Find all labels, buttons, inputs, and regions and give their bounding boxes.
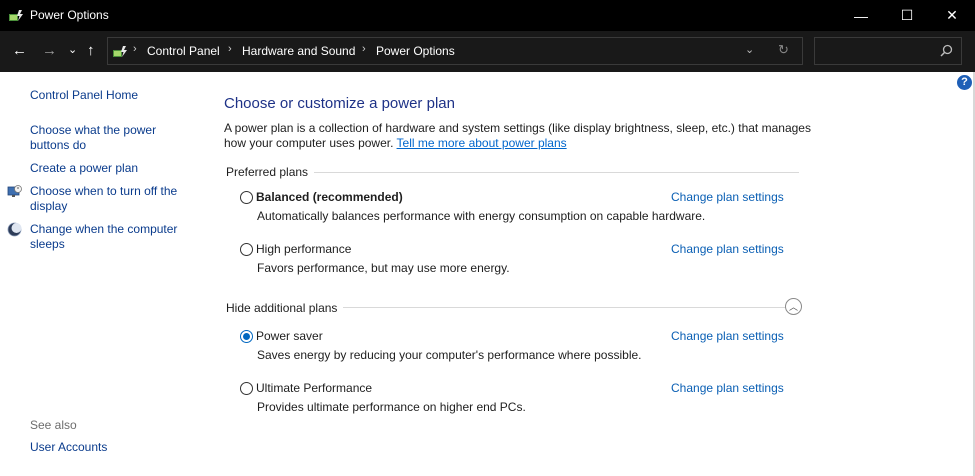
radio-power-saver[interactable]	[240, 330, 253, 343]
maximize-button[interactable]: ☐	[884, 0, 930, 31]
change-plan-settings-power-saver[interactable]: Change plan settings	[671, 329, 784, 343]
change-plan-settings-balanced[interactable]: Change plan settings	[671, 190, 784, 204]
radio-high-performance[interactable]	[240, 243, 253, 256]
control-panel-home-link[interactable]: Control Panel Home	[30, 88, 138, 103]
plan-description-balanced: Automatically balances performance with …	[257, 209, 706, 223]
search-icon	[940, 44, 953, 57]
create-power-plan-link[interactable]: Create a power plan	[30, 161, 138, 176]
computer-sleeps-link[interactable]: Change when the computer sleeps	[30, 222, 190, 252]
turn-off-display-link[interactable]: Choose when to turn off the display	[30, 184, 190, 214]
recent-locations-button[interactable]: ⌄	[68, 41, 77, 59]
address-dropdown-icon[interactable]: ⌄	[745, 43, 754, 56]
chevron-down-icon: ⌄	[68, 44, 78, 56]
change-plan-settings-ultimate-performance[interactable]: Change plan settings	[671, 381, 784, 395]
plan-name-high-performance[interactable]: High performance	[256, 242, 351, 256]
control-panel-icon	[113, 46, 127, 57]
hide-additional-plans-label[interactable]: Hide additional plans	[226, 301, 344, 315]
user-accounts-link[interactable]: User Accounts	[30, 440, 107, 455]
breadcrumb-separator: ›	[133, 43, 137, 55]
plan-name-power-saver[interactable]: Power saver	[256, 329, 323, 343]
radio-ultimate-performance[interactable]	[240, 382, 253, 395]
power-buttons-link[interactable]: Choose what the power buttons do	[30, 123, 180, 153]
learn-more-link[interactable]: Tell me more about power plans	[397, 136, 567, 150]
breadcrumb-separator[interactable]: ›	[362, 43, 366, 55]
page-title: Choose or customize a power plan	[224, 95, 455, 112]
plan-description-high-performance: Favors performance, but may use more ene…	[257, 261, 510, 275]
search-input[interactable]	[814, 37, 962, 65]
preferred-plans-label: Preferred plans	[226, 165, 315, 179]
close-icon: ✕	[946, 7, 958, 23]
change-plan-settings-high-performance[interactable]: Change plan settings	[671, 242, 784, 256]
address-bar-region: ← → ⌄ ↑ › Control Panel › Hardware and S…	[0, 31, 975, 72]
title-bar: Power Options — ☐ ✕	[0, 0, 975, 31]
plan-description-power-saver: Saves energy by reducing your computer's…	[257, 348, 642, 362]
breadcrumb-separator[interactable]: ›	[228, 43, 232, 55]
breadcrumb-hardware-and-sound[interactable]: Hardware and Sound	[242, 44, 355, 58]
moon-icon	[7, 222, 22, 237]
see-also-label: See also	[30, 418, 77, 432]
main-content: Choose or customize a power plan A power…	[200, 72, 975, 476]
collapse-button[interactable]: ︿	[785, 298, 802, 315]
address-field[interactable]: › Control Panel › Hardware and Sound › P…	[107, 37, 803, 65]
power-options-icon	[9, 10, 23, 21]
plan-description-ultimate-performance: Provides ultimate performance on higher …	[257, 400, 526, 414]
maximize-icon: ☐	[900, 7, 914, 23]
forward-arrow-icon: →	[42, 42, 57, 59]
minimize-icon: —	[854, 7, 868, 24]
close-button[interactable]: ✕	[929, 0, 975, 31]
up-button[interactable]: ↑	[87, 42, 95, 60]
refresh-icon[interactable]: ↻	[778, 42, 789, 58]
minimize-button[interactable]: —	[838, 0, 884, 31]
page-description: A power plan is a collection of hardware…	[224, 121, 814, 151]
window-title: Power Options	[30, 8, 109, 22]
left-navigation-pane: Control Panel Home Choose what the power…	[0, 72, 200, 476]
up-arrow-icon: ↑	[87, 42, 95, 59]
radio-balanced[interactable]	[240, 191, 253, 204]
chevron-up-icon: ︿	[788, 302, 798, 312]
back-button[interactable]: ←	[12, 42, 27, 60]
back-arrow-icon: ←	[12, 42, 27, 59]
breadcrumb-power-options[interactable]: Power Options	[376, 44, 455, 58]
breadcrumb-control-panel[interactable]: Control Panel	[147, 44, 220, 58]
monitor-clock-icon	[7, 185, 22, 197]
plan-name-ultimate-performance[interactable]: Ultimate Performance	[256, 381, 372, 395]
plan-name-balanced[interactable]: Balanced (recommended)	[256, 190, 403, 204]
forward-button[interactable]: →	[42, 42, 57, 60]
